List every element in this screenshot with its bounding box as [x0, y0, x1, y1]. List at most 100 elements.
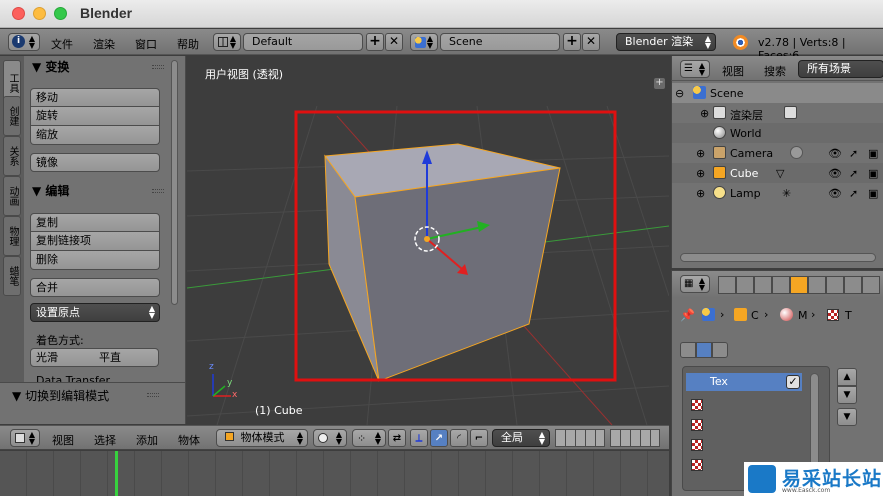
editor-type-button[interactable]: ☰ ▲ ▼	[680, 60, 710, 78]
tab-create[interactable]: 创建	[3, 96, 21, 136]
menu-view[interactable]: 视图	[722, 63, 744, 79]
manipulator-toggle[interactable]: ⇄	[388, 429, 406, 447]
expand-icon[interactable]: ⊕	[696, 147, 705, 160]
add-screen-button[interactable]: +	[366, 33, 384, 51]
menu-select[interactable]: 选择	[94, 432, 116, 448]
texture-slot-icon[interactable]	[691, 399, 703, 411]
texture-slot-icon[interactable]	[691, 459, 703, 471]
scene-tab-icon[interactable]	[754, 276, 772, 294]
cube-mesh[interactable]	[324, 143, 561, 382]
other-texture-type-icon[interactable]	[712, 342, 728, 358]
tab-physics[interactable]: 物理	[3, 216, 21, 256]
shade-flat-button[interactable]: 平直	[94, 348, 159, 367]
edit-panel-header[interactable]: ▼ 编辑	[24, 181, 170, 201]
layer-buttons-1[interactable]	[555, 429, 605, 447]
cursor-select-icon[interactable]: ➚	[849, 167, 858, 180]
drag-grip-icon[interactable]	[152, 65, 164, 69]
delete-button[interactable]: 删除	[30, 251, 160, 270]
editor-type-button[interactable]: i ▲ ▼	[8, 33, 40, 51]
translate-manipulator-button[interactable]: ↗	[430, 429, 448, 447]
current-frame-cursor[interactable]	[115, 451, 118, 496]
menu-search[interactable]: 搜索	[764, 63, 786, 79]
menu-window[interactable]: 窗口	[135, 36, 157, 52]
menu-render[interactable]: 渲染	[93, 36, 115, 52]
scale-button[interactable]: 缩放	[30, 126, 160, 145]
3d-viewport[interactable]: z x y 用户视图 (透视) (1) Cube +	[187, 56, 669, 425]
duplicate-linked-button[interactable]: 复制链接项	[30, 232, 160, 251]
menu-help[interactable]: 帮助	[177, 36, 199, 52]
menu-view[interactable]: 视图	[52, 432, 74, 448]
data-tab-icon[interactable]	[844, 276, 862, 294]
constraints-tab-icon[interactable]	[808, 276, 826, 294]
rotate-manipulator-button[interactable]: ◜	[450, 429, 468, 447]
eye-icon[interactable]: 👁	[828, 147, 842, 160]
object-tab-icon[interactable]	[790, 276, 808, 294]
duplicate-button[interactable]: 复制	[30, 213, 160, 232]
eye-icon[interactable]: 👁	[828, 167, 842, 180]
menu-file[interactable]: 文件	[51, 36, 73, 52]
drag-grip-icon[interactable]	[147, 393, 159, 397]
texture-slot-selected[interactable]: Tex ✓	[686, 373, 802, 391]
expand-icon[interactable]: ⊕	[700, 107, 709, 120]
scene-selector[interactable]: ▲ ▼	[410, 33, 438, 51]
minimize-window-button[interactable]	[33, 7, 46, 20]
join-button[interactable]: 合并	[30, 278, 160, 297]
outliner-scrollbar[interactable]	[680, 253, 876, 262]
render-engine-dropdown[interactable]: Blender 渲染 ▲ ▼	[616, 33, 716, 51]
mirror-button[interactable]: 镜像	[30, 153, 160, 172]
menu-object[interactable]: 物体	[178, 432, 200, 448]
modifiers-tab-icon[interactable]	[826, 276, 844, 294]
tab-relations[interactable]: 关系	[3, 136, 21, 176]
viewport-shading-dropdown[interactable]: ▲ ▼	[313, 429, 347, 447]
editor-type-button[interactable]: ▦ ▲ ▼	[680, 275, 710, 293]
interaction-mode-dropdown[interactable]: 物体模式 ▲ ▼	[216, 429, 308, 447]
close-window-button[interactable]	[12, 7, 25, 20]
scale-manipulator-button[interactable]: ⌐	[470, 429, 488, 447]
editor-type-button[interactable]: ▲ ▼	[10, 429, 40, 447]
cursor-select-icon[interactable]: ➚	[849, 147, 858, 160]
expand-icon[interactable]: ⊕	[696, 187, 705, 200]
transform-panel-header[interactable]: ▼ 变换	[24, 57, 170, 77]
drag-grip-icon[interactable]	[152, 189, 164, 193]
translate-button[interactable]: 移动	[30, 88, 160, 107]
world-tab-icon[interactable]	[772, 276, 790, 294]
tool-shelf-scrollbar[interactable]	[171, 60, 178, 305]
texture-slot-icon[interactable]	[691, 439, 703, 451]
tab-animation[interactable]: 动画	[3, 176, 21, 216]
scene-field[interactable]: Scene	[440, 33, 560, 51]
checkmark-icon[interactable]: ✓	[786, 375, 800, 389]
shade-smooth-button[interactable]: 光滑	[30, 348, 95, 367]
outliner-item-world[interactable]: World	[672, 123, 883, 143]
timeline-editor[interactable]	[0, 451, 669, 496]
last-operator-header[interactable]: ▼ 切换到编辑模式	[12, 387, 109, 404]
cursor-select-icon[interactable]: ➚	[849, 187, 858, 200]
outliner-item-render-layers[interactable]: ⊕ 渲染层	[672, 103, 883, 123]
render-camera-icon[interactable]: ▣	[868, 167, 878, 180]
outliner-item-lamp[interactable]: ⊕ Lamp ✳ 👁 ➚ ▣	[672, 183, 883, 203]
layer-buttons-2[interactable]	[610, 429, 660, 447]
menu-add[interactable]: 添加	[136, 432, 158, 448]
material-texture-type-icon[interactable]	[696, 342, 712, 358]
material-tab-icon[interactable]	[862, 276, 880, 294]
world-texture-type-icon[interactable]	[680, 342, 696, 358]
outliner-item-camera[interactable]: ⊕ Camera 👁 ➚ ▣	[672, 143, 883, 163]
move-slot-down-button[interactable]: ▼	[837, 386, 857, 404]
add-scene-button[interactable]: +	[563, 33, 581, 51]
eye-icon[interactable]: 👁	[828, 187, 842, 200]
tab-grease-pencil[interactable]: 蜡笔	[3, 256, 21, 296]
display-mode-dropdown[interactable]: 所有场景	[798, 60, 883, 78]
slot-specials-button[interactable]: ▼	[837, 408, 857, 426]
set-origin-dropdown[interactable]: 设置原点 ▲ ▼	[30, 303, 160, 322]
delete-scene-button[interactable]: ✕	[582, 33, 600, 51]
rotate-button[interactable]: 旋转	[30, 107, 160, 126]
screen-layout-selector[interactable]: ▲ ▼	[213, 33, 241, 51]
outliner-item-cube[interactable]: ⊕ Cube ▽ 👁 ➚ ▣	[672, 163, 883, 183]
screen-layout-field[interactable]: Default	[243, 33, 363, 51]
plus-icon[interactable]: +	[654, 78, 665, 89]
maximize-window-button[interactable]	[54, 7, 67, 20]
pin-icon[interactable]: 📌	[680, 308, 695, 322]
move-slot-up-button[interactable]: ▲	[837, 368, 857, 386]
collapse-icon[interactable]: ⊖	[675, 87, 684, 100]
render-layers-tab-icon[interactable]	[736, 276, 754, 294]
outliner-item-scene[interactable]: ⊖ Scene	[672, 83, 883, 103]
